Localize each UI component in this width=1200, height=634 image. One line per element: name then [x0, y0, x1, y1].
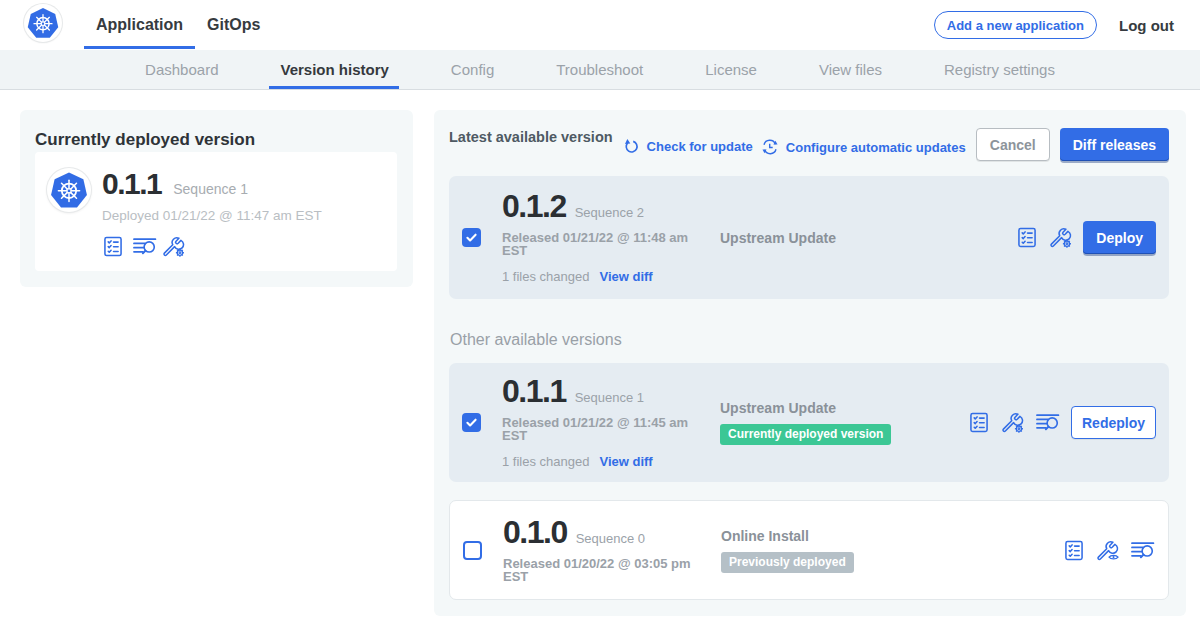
files-changed-label: 1 files changed — [502, 269, 589, 284]
kubernetes-logo — [24, 4, 62, 42]
version-row-0.1.1: 0.1.1 Sequence 1 Released 01/21/22 @ 11:… — [449, 363, 1169, 482]
version-info: 0.1.1 Sequence 1 Released 01/21/22 @ 11:… — [502, 376, 699, 469]
files-changed-label: 1 files changed — [502, 454, 589, 469]
cancel-button[interactable]: Cancel — [976, 128, 1050, 161]
subnav-registry-settings[interactable]: Registry settings — [913, 50, 1086, 89]
edit-config-icon[interactable] — [162, 235, 185, 258]
subnav-dashboard[interactable]: Dashboard — [114, 50, 249, 89]
checkmark-icon — [465, 231, 478, 244]
deploy-logs-icon[interactable] — [1130, 539, 1155, 562]
top-tabs: Application GitOps — [84, 0, 272, 50]
subnav-view-files[interactable]: View files — [788, 50, 913, 89]
version-info: 0.1.0 Sequence 0 Released 01/20/22 @ 03:… — [503, 517, 700, 583]
deployed-version-number: 0.1.1 — [102, 169, 161, 199]
source-label: Upstream Update — [720, 230, 962, 246]
deploy-logs-icon[interactable] — [132, 235, 157, 258]
source-label: Upstream Update — [720, 400, 962, 416]
redeploy-button[interactable]: Redeploy — [1071, 406, 1156, 439]
version-row-0.1.0: 0.1.0 Sequence 0 Released 01/20/22 @ 03:… — [449, 500, 1169, 600]
app-subnav: Dashboard Version history Config Trouble… — [0, 50, 1200, 90]
tab-application[interactable]: Application — [84, 0, 195, 50]
preflight-checks-icon[interactable] — [968, 411, 990, 434]
version-checkbox[interactable] — [463, 541, 482, 560]
logout-button[interactable]: Log out — [1119, 17, 1174, 34]
deployed-timestamp: Deployed 01/21/22 @ 11:47 am EST — [102, 208, 322, 223]
version-row-0.1.2: 0.1.2 Sequence 2 Released 01/21/22 @ 11:… — [449, 176, 1169, 299]
version-source: Upstream Update — [720, 230, 962, 246]
sequence-label: Sequence 0 — [576, 531, 645, 546]
sequence-label: Sequence 2 — [575, 205, 644, 220]
check-for-update-label: Check for update — [647, 139, 753, 154]
version-info: 0.1.2 Sequence 2 Released 01/21/22 @ 11:… — [502, 191, 699, 284]
currently-deployed-panel: Currently deployed version 0.1.1 Sequenc… — [20, 110, 413, 287]
latest-available-title: Latest available version — [449, 129, 613, 145]
subnav-config[interactable]: Config — [420, 50, 525, 89]
currently-deployed-badge: Currently deployed version — [720, 424, 891, 445]
deployed-sequence-label: Sequence 1 — [173, 181, 248, 197]
version-actions: Redeploy — [968, 406, 1156, 439]
other-available-versions-title: Other available versions — [450, 331, 1169, 349]
edit-config-icon[interactable] — [1001, 411, 1024, 434]
source-label: Online Install — [721, 528, 963, 544]
subnav-troubleshoot[interactable]: Troubleshoot — [525, 50, 674, 89]
checkmark-icon — [465, 416, 478, 429]
version-number: 0.1.2 — [502, 191, 566, 222]
version-checkbox[interactable] — [462, 413, 481, 432]
kubernetes-wheel-icon — [49, 170, 89, 210]
top-navbar-right: Add a new application Log out — [934, 0, 1200, 50]
view-diff-link[interactable]: View diff — [599, 269, 652, 284]
version-source: Online Install Previously deployed — [721, 528, 963, 573]
deploy-logs-icon[interactable] — [1035, 411, 1060, 434]
previously-deployed-badge: Previously deployed — [721, 552, 854, 573]
sequence-label: Sequence 1 — [575, 390, 644, 405]
deploy-button[interactable]: Deploy — [1083, 221, 1156, 254]
diff-releases-button[interactable]: Diff releases — [1060, 128, 1169, 161]
available-versions-panel: Latest available version Check for updat… — [434, 110, 1186, 616]
version-number: 0.1.0 — [503, 517, 567, 548]
subnav-license[interactable]: License — [674, 50, 788, 89]
released-timestamp: Released 01/20/22 @ 03:05 pm EST — [503, 558, 695, 583]
view-config-icon[interactable] — [1096, 539, 1119, 562]
configure-automatic-updates-label: Configure automatic updates — [786, 140, 966, 155]
check-for-update-link[interactable]: Check for update — [623, 138, 753, 155]
preflight-checks-icon[interactable] — [1063, 539, 1085, 562]
deployed-version-card: 0.1.1 Sequence 1 Deployed 01/21/22 @ 11:… — [35, 152, 397, 271]
tab-gitops[interactable]: GitOps — [195, 0, 272, 50]
released-timestamp: Released 01/21/22 @ 11:48 am EST — [502, 232, 694, 257]
version-source: Upstream Update Currently deployed versi… — [720, 400, 962, 445]
schedule-update-icon — [761, 138, 779, 156]
edit-config-icon[interactable] — [1049, 226, 1072, 249]
main-content: Currently deployed version 0.1.1 Sequenc… — [0, 90, 1200, 616]
kubernetes-wheel-icon — [26, 6, 60, 40]
configure-automatic-updates-link[interactable]: Configure automatic updates — [761, 138, 966, 156]
available-versions-header: Latest available version Check for updat… — [449, 126, 1169, 160]
currently-deployed-title: Currently deployed version — [35, 130, 397, 150]
app-icon — [47, 168, 91, 212]
deployed-version-info: 0.1.1 Sequence 1 Deployed 01/21/22 @ 11:… — [102, 168, 322, 258]
version-actions: Deploy — [1016, 221, 1156, 254]
version-actions — [1063, 539, 1155, 562]
released-timestamp: Released 01/21/22 @ 11:45 am EST — [502, 417, 694, 442]
preflight-checks-icon[interactable] — [1016, 226, 1038, 249]
subnav-version-history[interactable]: Version history — [249, 50, 419, 89]
top-navbar: Application GitOps Add a new application… — [0, 0, 1200, 50]
preflight-checks-icon[interactable] — [102, 235, 124, 258]
refresh-icon — [623, 138, 640, 155]
add-application-button[interactable]: Add a new application — [934, 11, 1097, 39]
version-checkbox[interactable] — [462, 228, 481, 247]
view-diff-link[interactable]: View diff — [599, 454, 652, 469]
version-number: 0.1.1 — [502, 376, 566, 407]
